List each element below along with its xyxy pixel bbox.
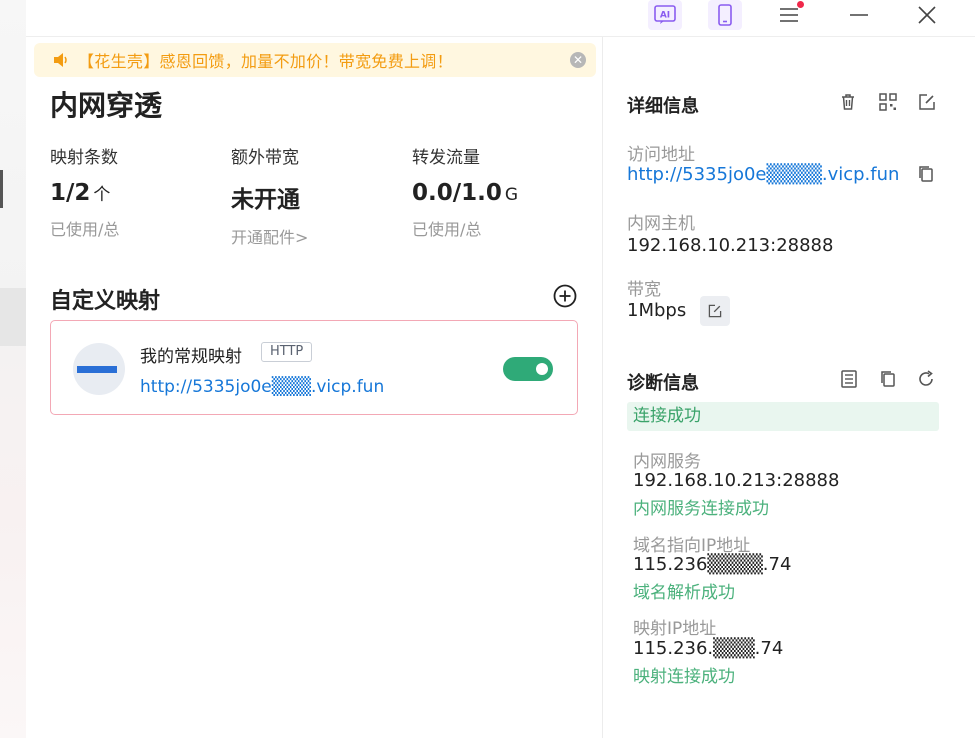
stat-value-number: 1/2: [50, 180, 91, 206]
intranet-host-value: 192.168.10.213:28888: [627, 235, 834, 256]
stat-traffic: 转发流量 0.0/1.0 G 已使用/总: [412, 143, 582, 240]
refresh-icon[interactable]: [916, 369, 936, 389]
mapping-card[interactable]: 我的常规映射 HTTP http://5335jo0e▒▒▒.vicp.fun: [50, 320, 578, 415]
diag-item-value: 115.236▒▒▒▒.74: [633, 554, 792, 575]
stat-unit: G: [504, 185, 519, 205]
close-icon: [918, 6, 936, 24]
details-title: 详细信息: [627, 96, 699, 117]
stat-value-number: 0.0/1.0: [412, 180, 502, 206]
mapping-name: 我的常规映射: [140, 347, 242, 367]
promo-notice[interactable]: 【花生壳】感恩回馈，加量不加价！带宽免费上调！ ✕: [34, 43, 596, 77]
close-window-button[interactable]: [912, 0, 942, 30]
hamburger-icon: [780, 8, 798, 22]
stat-sub: 已使用/总: [50, 220, 120, 239]
ai-label: AI: [660, 11, 670, 21]
bandwidth-value: 1Mbps: [627, 300, 687, 321]
page-title: 内网穿透: [50, 89, 163, 122]
diag-item-status: 映射连接成功: [633, 667, 735, 687]
notice-text: 【花生壳】感恩回馈，加量不加价！带宽免费上调！: [78, 52, 453, 71]
access-address-link[interactable]: http://5335jo0e▒▒▒▒.vicp.fun: [627, 164, 899, 185]
toggle-knob: [536, 363, 548, 375]
bandwidth-label: 带宽: [627, 280, 661, 300]
diag-item-value: 192.168.10.213:28888: [633, 470, 840, 491]
ai-icon: AI: [654, 5, 676, 24]
background-window: [0, 0, 26, 738]
stat-value: 0.0/1.0 G: [412, 180, 582, 206]
stat-mapping-count: 映射条数 1/2 个 已使用/总: [50, 143, 220, 240]
connection-status-badge: 连接成功: [627, 402, 939, 431]
log-icon[interactable]: [839, 369, 859, 389]
stat-value-number: 未开通: [231, 187, 300, 213]
intranet-host-label: 内网主机: [627, 214, 695, 234]
stat-value: 未开通: [231, 180, 401, 214]
stat-label: 转发流量: [412, 148, 480, 168]
notification-dot: [797, 1, 804, 8]
menu-button[interactable]: [774, 0, 804, 30]
http-mapping-icon: [73, 343, 125, 395]
edit-icon[interactable]: [917, 92, 937, 112]
minimize-icon: [850, 14, 868, 16]
mapping-url-link[interactable]: http://5335jo0e▒▒▒.vicp.fun: [140, 377, 384, 397]
copy-icon[interactable]: [878, 369, 898, 389]
copy-icon[interactable]: [916, 164, 936, 184]
qrcode-icon[interactable]: [878, 92, 898, 112]
phone-icon: [718, 4, 732, 26]
delete-icon[interactable]: [838, 92, 858, 112]
stat-extra-bandwidth: 额外带宽 未开通 开通配件>: [231, 143, 401, 248]
diag-item-value: 115.236.▒▒▒.74: [633, 638, 784, 659]
bandwidth-edit-button[interactable]: [700, 296, 730, 326]
diag-item-label: 内网服务: [633, 452, 701, 472]
diag-item-label: 域名指向IP地址: [633, 536, 751, 556]
open-accessory-link[interactable]: 开通配件>: [231, 224, 401, 248]
mobile-button[interactable]: [708, 0, 742, 30]
panel-divider: [602, 37, 603, 738]
add-mapping-icon[interactable]: [553, 284, 577, 308]
stat-value: 1/2 个: [50, 180, 220, 206]
background-window-block: [0, 288, 26, 346]
custom-mapping-title: 自定义映射: [50, 289, 161, 314]
diag-item-status: 内网服务连接成功: [633, 499, 769, 519]
diag-item-status: 域名解析成功: [633, 583, 735, 603]
stat-sub: 已使用/总: [412, 220, 482, 239]
diagnostics-title: 诊断信息: [627, 373, 699, 394]
minimize-button[interactable]: [844, 0, 874, 30]
background-window-edge: [0, 170, 3, 208]
speaker-icon: [54, 53, 67, 67]
edit-icon: [708, 304, 722, 318]
stat-label: 额外带宽: [231, 148, 299, 168]
access-address-label: 访问地址: [627, 145, 695, 165]
notice-close-icon[interactable]: ✕: [570, 52, 586, 68]
ai-assistant-button[interactable]: AI: [648, 0, 682, 30]
stat-unit: 个: [93, 185, 111, 205]
stat-label: 映射条数: [50, 148, 118, 168]
protocol-badge: HTTP: [261, 342, 313, 362]
mapping-enable-toggle[interactable]: [503, 357, 553, 381]
title-bar: AI: [26, 0, 975, 37]
diag-item-label: 映射IP地址: [633, 619, 717, 639]
